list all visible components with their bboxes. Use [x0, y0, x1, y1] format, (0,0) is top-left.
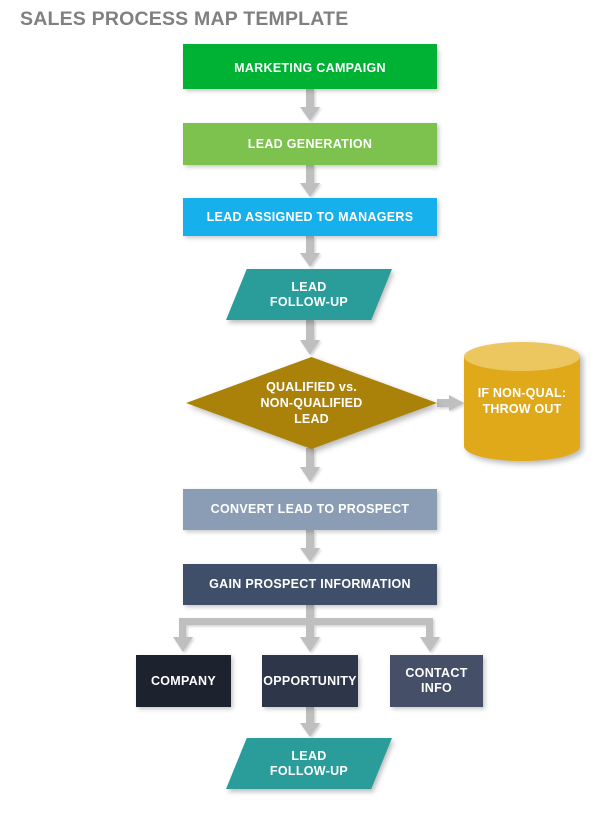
- node-label-line2: THROW OUT: [482, 401, 562, 416]
- node-label-line2: INFO: [420, 681, 453, 695]
- page-title: SALES PROCESS MAP TEMPLATE: [20, 8, 349, 30]
- node-label-line1: LEAD: [291, 279, 327, 294]
- node-company[interactable]: COMPANY: [136, 655, 231, 707]
- node-label-group: CONTACT INFO: [405, 666, 467, 696]
- node-label: GAIN PROSPECT INFORMATION: [209, 577, 411, 592]
- node-label-line3: LEAD: [294, 412, 329, 427]
- flowchart-canvas: SALES PROCESS MAP TEMPLATE MARKETING CAM…: [0, 0, 608, 819]
- node-contact-info[interactable]: CONTACT INFO: [390, 655, 483, 707]
- node-label-group: IF NON-QUAL: THROW OUT: [464, 342, 580, 461]
- node-qualified-decision[interactable]: QUALIFIED vs. NON-QUALIFIED LEAD: [186, 357, 437, 449]
- node-label: COMPANY: [150, 673, 217, 688]
- node-label: OPPORTUNITY: [263, 673, 357, 688]
- node-label-group: LEAD FOLLOW-UP: [226, 738, 392, 789]
- node-label: LEAD GENERATION: [247, 136, 373, 151]
- node-label: MARKETING CAMPAIGN: [234, 61, 386, 76]
- node-marketing-campaign[interactable]: MARKETING CAMPAIGN: [183, 48, 437, 89]
- node-non-qual-store[interactable]: IF NON-QUAL: THROW OUT: [464, 342, 580, 461]
- node-label-line1: LEAD: [291, 748, 327, 763]
- node-label-group: QUALIFIED vs. NON-QUALIFIED LEAD: [186, 357, 437, 449]
- node-gain-prospect-information[interactable]: GAIN PROSPECT INFORMATION: [183, 564, 437, 605]
- node-lead-followup-bottom[interactable]: LEAD FOLLOW-UP: [226, 738, 392, 789]
- node-opportunity[interactable]: OPPORTUNITY: [262, 655, 358, 707]
- node-label-line1: IF NON-QUAL:: [477, 385, 567, 400]
- node-lead-assigned-to-managers[interactable]: LEAD ASSIGNED TO MANAGERS: [183, 198, 437, 236]
- node-label-group: LEAD FOLLOW-UP: [226, 269, 392, 320]
- node-convert-lead-to-prospect[interactable]: CONVERT LEAD TO PROSPECT: [183, 489, 437, 530]
- node-label: CONVERT LEAD TO PROSPECT: [210, 502, 410, 517]
- node-label: LEAD ASSIGNED TO MANAGERS: [206, 209, 414, 224]
- node-label-line2: NON-QUALIFIED: [260, 395, 363, 410]
- node-label-line1: CONTACT: [405, 666, 468, 681]
- node-label-line2: FOLLOW-UP: [269, 294, 349, 309]
- node-lead-generation[interactable]: LEAD GENERATION: [183, 123, 437, 165]
- node-lead-followup-top[interactable]: LEAD FOLLOW-UP: [226, 269, 392, 320]
- node-label-line1: QUALIFIED vs.: [266, 379, 357, 394]
- node-label-line2: FOLLOW-UP: [269, 763, 349, 778]
